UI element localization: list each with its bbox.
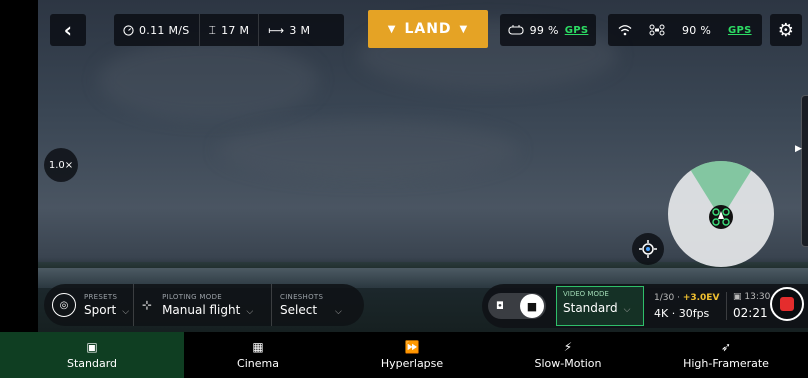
altitude-value: 17 M — [221, 23, 250, 37]
video-mode-value: Standard — [563, 301, 618, 315]
tab-hyperlapse[interactable]: ⏩ Hyperlapse — [332, 332, 492, 378]
speed-value: 0.11 M/S — [139, 23, 190, 37]
gear-icon: ⚙ — [777, 19, 795, 41]
chevron-down-icon: ⌵ — [122, 307, 130, 317]
runner-icon: ➶ — [720, 340, 732, 354]
chevron-down-icon: ⌵ — [623, 305, 631, 315]
tab-slow-motion[interactable]: ⚡ Slow-Motion — [492, 332, 644, 378]
tab-standard[interactable]: ▣ Standard — [0, 332, 184, 378]
slow-runner-icon: ⚡ — [563, 340, 573, 354]
piloting-mode-value: Manual flight — [162, 303, 241, 317]
sd-card-icon: ▣ — [733, 292, 742, 302]
presets-selector[interactable]: ◎ PRESETS Sport ⌵ — [44, 284, 134, 326]
triangle-down-icon: ▼ — [387, 23, 397, 35]
controller-battery: 99 % — [529, 23, 559, 37]
tab-label: Standard — [66, 357, 118, 370]
drone-status[interactable]: 90 % GPS — [608, 14, 762, 46]
cineshots-selector[interactable]: CINESHOTS Select ⌵ — [272, 284, 362, 326]
drone-icon — [649, 24, 665, 36]
settings-button[interactable]: ⚙ — [770, 14, 802, 46]
radar-view-cone — [688, 161, 754, 229]
video-mode-selector[interactable]: VIDEO MODE Standard ⌵ — [556, 286, 644, 326]
joystick-icon: ◎ — [52, 293, 76, 317]
cineshots-value: Select — [280, 303, 318, 317]
distance-icon: ⟼ — [268, 23, 285, 37]
storage-remaining: 13:30 — [744, 292, 771, 302]
tab-cinema[interactable]: ▦ Cinema — [184, 332, 332, 378]
camera-icon: ◘ — [496, 300, 504, 312]
video-mode-label: VIDEO MODE — [563, 290, 609, 298]
back-button[interactable]: ‹ — [50, 14, 86, 46]
play-square-icon: ▣ — [86, 340, 98, 354]
resolution-framerate: 4K · 30fps — [654, 306, 710, 320]
piloting-mode-label: PILOTING MODE — [162, 293, 222, 301]
move-arrows-icon: ⊹ — [142, 298, 153, 312]
distance-readout: ⟼ 3 M — [259, 14, 319, 46]
cineshots-label: CINESHOTS — [280, 293, 324, 301]
controller-status[interactable]: 99 % GPS — [500, 14, 596, 46]
record-button[interactable] — [770, 287, 804, 321]
tab-label: Hyperlapse — [380, 357, 444, 370]
tab-label: High-Framerate — [683, 357, 769, 370]
land-label: LAND — [404, 21, 452, 37]
video-camera-icon: ■ — [520, 294, 544, 318]
triangle-right-icon: ▶ — [795, 144, 802, 154]
crosshair-icon — [639, 240, 657, 258]
land-button[interactable]: ▼ LAND ▼ — [368, 10, 488, 48]
presets-label: PRESETS — [84, 293, 118, 301]
triangle-down-icon: ▼ — [459, 23, 469, 35]
exposure-value: +3.0EV — [682, 292, 720, 303]
stop-icon — [780, 297, 794, 311]
drone-gps: GPS — [727, 24, 752, 36]
chevron-left-icon: ‹ — [63, 18, 73, 42]
telemetry-panel: 0.11 M/S ⌶ 17 M ⟼ 3 M — [114, 14, 344, 46]
camera-settings-bar: ◘ ■ VIDEO MODE Standard ⌵ 1/30 · +3.0EV 4… — [482, 284, 808, 328]
zoom-button[interactable]: 1.0× — [44, 148, 78, 182]
controller-gps: GPS — [564, 24, 589, 36]
distance-value: 3 M — [289, 23, 311, 37]
tab-high-framerate[interactable]: ➶ High-Framerate — [644, 332, 808, 378]
clapperboard-icon: ▦ — [252, 340, 264, 354]
zoom-level: 1.0× — [48, 159, 74, 171]
flight-settings-bar: ◎ PRESETS Sport ⌵ ⊹ PILOTING MODE Manual … — [44, 284, 364, 326]
fast-forward-icon: ⏩ — [404, 340, 420, 354]
controller-icon — [508, 25, 524, 35]
altitude-readout: ⌶ 17 M — [200, 14, 260, 46]
tab-label: Cinema — [237, 357, 279, 370]
chevron-down-icon: ⌵ — [335, 307, 342, 317]
side-panel-handle[interactable] — [801, 95, 808, 247]
recenter-button[interactable] — [632, 233, 664, 265]
photo-video-toggle[interactable]: ◘ ■ — [488, 293, 546, 319]
chevron-down-icon: ⌵ — [246, 307, 254, 317]
top-bar: ‹ 0.11 M/S ⌶ 17 M ⟼ 3 M ▼ LAND ▼ 99 % GP… — [0, 0, 808, 50]
piloting-mode-selector[interactable]: ⊹ PILOTING MODE Manual flight ⌵ — [134, 284, 272, 326]
speedometer-icon — [123, 24, 134, 36]
shutter-speed: 1/30 — [654, 292, 675, 303]
exposure-settings[interactable]: 1/30 · +3.0EV 4K · 30fps — [654, 293, 726, 320]
capture-mode-tabs: ▣ Standard ▦ Cinema ⏩ Hyperlapse ⚡ Slow-… — [0, 332, 808, 378]
tab-label: Slow-Motion — [534, 357, 602, 370]
wifi-icon — [618, 25, 632, 36]
speed-readout: 0.11 M/S — [114, 14, 200, 46]
altitude-icon: ⌶ — [208, 22, 217, 37]
presets-value: Sport — [84, 303, 117, 317]
minimap-radar[interactable] — [668, 161, 774, 267]
drone-battery: 90 % — [681, 23, 712, 37]
